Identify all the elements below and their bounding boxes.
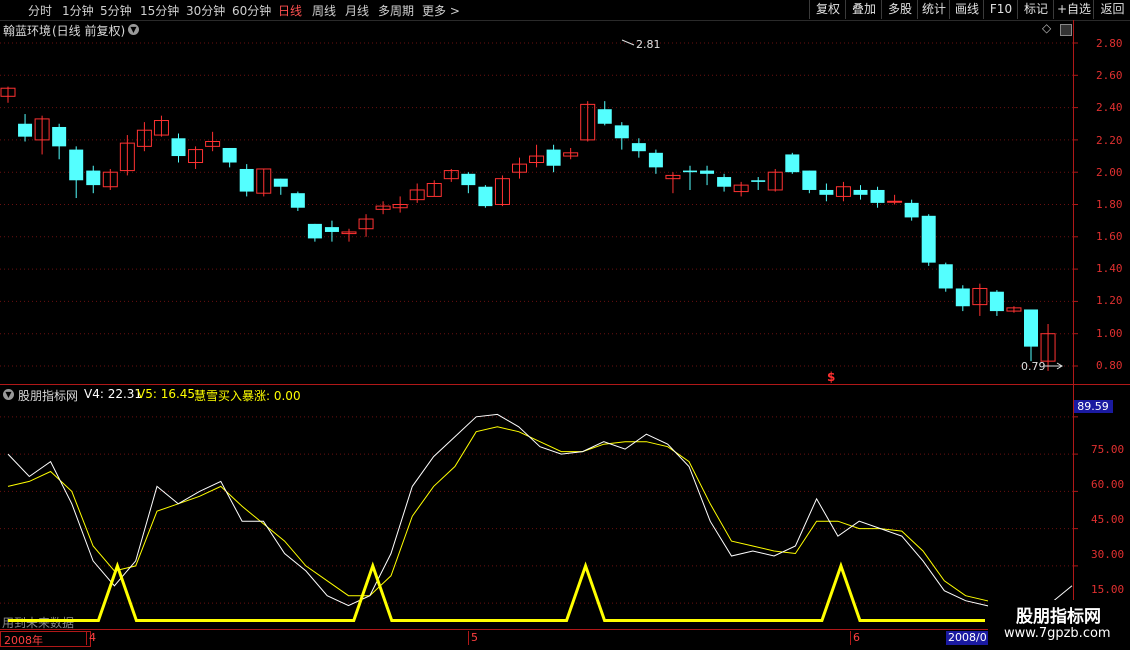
signal-marker: $ [827,370,836,384]
watermark: 股朋指标网 www.7gpzb.com [988,600,1130,650]
candle-body [1024,309,1038,347]
candle-body [989,291,1004,312]
price-tick: 1.60 [1096,230,1123,243]
high-price-label: 2.81 [636,38,661,51]
candle-body [546,149,561,166]
v4-line [7,413,1073,612]
candle-body [324,227,339,232]
price-tick: 2.20 [1096,134,1123,147]
indicator-tick: 60.00 [1091,478,1125,491]
candle-body [273,178,288,187]
candle-body [938,264,953,289]
candle-body [683,170,697,173]
date-start-label: 2008年 [0,631,91,647]
candle-body [597,109,612,124]
price-tick: 1.00 [1096,327,1123,340]
candle-body [631,143,646,152]
candle-body [461,173,476,186]
candle-body [955,288,970,307]
candle-body [18,123,33,137]
month-tick: 4 [86,631,96,645]
indicator-tick: 75.00 [1091,443,1125,456]
candle-body [171,138,186,157]
candle-body [819,189,834,195]
indicator-tick: 15.00 [1091,583,1125,596]
candle-body [785,154,800,173]
candle-body [614,125,629,139]
candle-body [887,200,903,203]
candle-body [239,168,254,192]
price-tick: 2.80 [1096,37,1123,50]
indicator-tick: 30.00 [1091,548,1125,561]
candle-body [222,147,237,163]
indicator-tick: 45.00 [1091,513,1125,526]
price-tick: 2.00 [1096,166,1123,179]
candle-body [86,170,101,186]
candle-body [870,189,885,203]
candle-body [904,202,919,218]
price-tick: 2.40 [1096,101,1123,114]
low-price-label: 0.79 [1021,360,1046,373]
month-tick: 5 [468,631,478,645]
watermark-url: www.7gpzb.com [1004,626,1111,641]
date-cursor-label: 2008/0 [946,631,989,645]
price-tick: 1.80 [1096,198,1123,211]
stock-chart [0,39,1078,623]
watermark-title: 股朋指标网 [1016,607,1101,627]
candle-body [648,152,663,168]
candle-body [478,186,493,207]
candle-body [69,149,84,181]
candle-body [307,223,322,239]
candle-body [700,170,715,174]
candle-body [717,177,732,187]
buy-signal-line [8,561,985,623]
price-tick: 0.80 [1096,359,1123,372]
candle-body [52,126,67,147]
price-tick: 2.60 [1096,69,1123,82]
price-tick: 1.20 [1096,294,1123,307]
panel-divider [0,384,1130,385]
date-axis-divider [0,629,1130,630]
price-tick: 1.40 [1096,262,1123,275]
candle-body [751,180,766,182]
candle-body [921,215,936,263]
candle-body [290,193,305,208]
price-axis-border [1073,20,1074,630]
candle-body [853,189,868,195]
candle-body [802,170,817,190]
month-tick: 6 [850,631,860,645]
